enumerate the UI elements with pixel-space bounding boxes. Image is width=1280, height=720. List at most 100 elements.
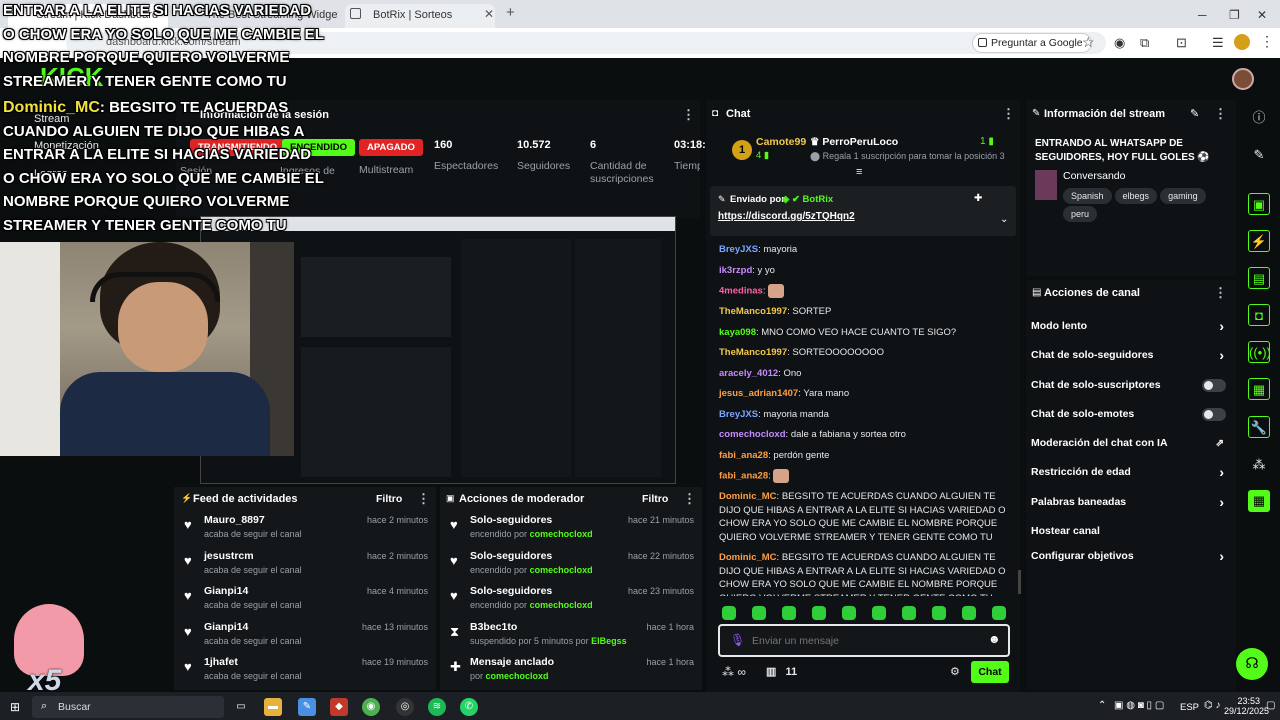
restore-icon[interactable]: ❐ xyxy=(1229,8,1240,22)
chat-username[interactable]: BreyJXS xyxy=(719,244,758,255)
channel-action-item[interactable]: Modo lento › xyxy=(1026,314,1236,343)
tray-chevron-icon[interactable]: ⌃ xyxy=(1098,700,1106,711)
pinned-message[interactable]: ✎ Enviado por ◈ ✔ BotRix ✚ https://disco… xyxy=(710,186,1016,236)
chat-message[interactable]: Dominic_MC: BEGSITO TE ACUERDAS CUANDO A… xyxy=(706,487,1020,548)
mod-action-item[interactable]: ⧗ B3bec1to suspendido por 5 minutos por El… xyxy=(440,618,702,654)
chat-message[interactable]: comechocloxd: dale a fabiana y sortea ot… xyxy=(706,425,1020,446)
emote-icon[interactable] xyxy=(812,606,826,620)
emote-icon[interactable] xyxy=(992,606,1006,620)
extension-icon[interactable]: ◉ xyxy=(1114,35,1125,51)
profile-icon[interactable] xyxy=(1234,34,1250,50)
session-menu-icon[interactable]: ⋮ xyxy=(682,107,695,123)
category-name[interactable]: Conversando xyxy=(1063,170,1125,182)
chat-username[interactable]: comechocloxd xyxy=(719,429,786,440)
feed-item[interactable]: ♥ jesustrcm acaba de seguir el canal hace 2… xyxy=(174,547,436,583)
chat-username[interactable]: BreyJXS xyxy=(719,409,758,420)
emote-icon[interactable] xyxy=(932,606,946,620)
minimize-icon[interactable]: ─ xyxy=(1198,8,1207,22)
menu-icon[interactable]: ⋮ xyxy=(1260,33,1274,50)
emote-icon[interactable] xyxy=(782,606,796,620)
close-tab-icon[interactable]: ✕ xyxy=(484,7,494,21)
chat-menu-icon[interactable]: ⋮ xyxy=(1002,106,1015,122)
file-explorer-icon[interactable]: ▬ xyxy=(264,698,282,716)
channel-actions-menu-icon[interactable]: ⋮ xyxy=(1214,285,1227,301)
channel-action-item[interactable]: Moderación del chat con IA ⇗ xyxy=(1026,431,1236,460)
chat-rail-icon[interactable]: ◘ xyxy=(1248,304,1270,326)
chat-username[interactable]: aracely_4012 xyxy=(719,368,778,379)
edit-icon[interactable]: ✎ xyxy=(1190,107,1199,120)
broadcast-icon[interactable]: ((•)) xyxy=(1248,341,1271,363)
new-tab-icon[interactable]: + xyxy=(506,4,515,21)
mod-action-item[interactable]: ♥ Solo-seguidores encendido por comechoclo… xyxy=(440,582,702,618)
points-icon[interactable]: ⁂ ∞ xyxy=(722,665,746,679)
video-icon[interactable]: ▣ xyxy=(1248,193,1270,215)
mod-menu-icon[interactable]: ⋮ xyxy=(683,491,696,507)
emote-icon[interactable] xyxy=(902,606,916,620)
collapse-leaderboard-icon[interactable]: ≡ xyxy=(856,166,862,178)
windows-start-icon[interactable]: ⊞ xyxy=(10,700,20,714)
channel-action-item[interactable]: Chat de solo-emotes xyxy=(1026,402,1236,431)
multistream-badge-apagado[interactable]: APAGADO xyxy=(359,139,423,156)
mod-action-item[interactable]: ✚ Mensaje anclado por comechocloxd hace 1 h… xyxy=(440,653,702,689)
channel-action-item[interactable]: Configurar objetivos › xyxy=(1026,544,1236,573)
pinned-pin-icon[interactable]: ✚ xyxy=(974,193,982,204)
chat-send-button[interactable]: Chat xyxy=(971,661,1009,683)
dots-cluster-icon[interactable]: ⁂ xyxy=(1248,454,1270,476)
chat-username[interactable]: TheManco1997 xyxy=(719,347,787,358)
feed-menu-icon[interactable]: ⋮ xyxy=(417,491,430,507)
ask-google-button[interactable]: Preguntar a Google xyxy=(972,33,1092,53)
notepad-icon[interactable]: ✎ xyxy=(298,698,316,716)
puzzle-icon[interactable]: ⧉ xyxy=(1140,35,1149,51)
microphone-icon[interactable]: 🎙 xyxy=(730,633,745,647)
channel-action-item[interactable]: Chat de solo-suscriptores xyxy=(1026,373,1236,402)
document-icon[interactable]: ▤ xyxy=(1248,267,1270,289)
feed-item[interactable]: ♥ Mauro_8897 acaba de seguir el canal hace … xyxy=(174,511,436,547)
feed-item[interactable]: ♥ Gianpi14 acaba de seguir el canal hace 4 … xyxy=(174,582,436,618)
chat-message[interactable]: ik3rzpd: y yo xyxy=(706,261,1020,282)
tag-chip[interactable]: Spanish xyxy=(1063,188,1112,204)
toggle-switch[interactable] xyxy=(1202,407,1226,421)
task-view-icon[interactable]: ▭ xyxy=(232,698,250,716)
chat-message[interactable]: BreyJXS: mayoria xyxy=(706,240,1020,261)
chat-username[interactable]: 4medinas xyxy=(719,286,763,297)
emote-icon[interactable] xyxy=(872,606,886,620)
chat-message[interactable]: Dominic_MC: BEGSITO TE ACUERDAS CUANDO A… xyxy=(706,548,1020,596)
chat-username[interactable]: TheManco1997 xyxy=(719,306,787,317)
emote-icon[interactable] xyxy=(722,606,736,620)
chat-username[interactable]: Dominic_MC xyxy=(719,491,777,502)
avatar[interactable] xyxy=(1232,68,1254,90)
emoji-icon[interactable]: ☻ xyxy=(988,632,1001,646)
chat-message[interactable]: aracely_4012: Ono xyxy=(706,364,1020,385)
channel-action-item[interactable]: Chat de solo-seguidores › xyxy=(1026,343,1236,372)
info-icon[interactable]: ⓘ xyxy=(1248,107,1270,129)
pinned-link[interactable]: https://discord.gg/5zTQHqn2 xyxy=(718,211,855,222)
chat-message[interactable]: 4medinas: xyxy=(706,281,1020,302)
gift-promo[interactable]: ⬤ Regala 1 suscripción para tomar la pos… xyxy=(810,151,1005,162)
chat-username[interactable]: fabi_ana28 xyxy=(719,450,768,461)
layout-icon[interactable]: ▦ xyxy=(1248,378,1270,400)
second-gifter[interactable]: ♛ PerroPeruLoco xyxy=(810,136,898,148)
channel-action-item[interactable]: Restricción de edad › xyxy=(1026,460,1236,489)
category-thumbnail[interactable] xyxy=(1035,170,1057,200)
star-icon[interactable]: ☆ xyxy=(1082,34,1095,51)
chrome-icon[interactable]: ◉ xyxy=(362,698,380,716)
chat-settings-icon[interactable]: ⚙ xyxy=(950,665,960,678)
close-window-icon[interactable]: ✕ xyxy=(1257,8,1267,22)
emote-icon[interactable] xyxy=(752,606,766,620)
wrench-icon[interactable]: 🔧 xyxy=(1248,416,1270,438)
chat-username[interactable]: Dominic_MC xyxy=(719,552,777,563)
emote-icon[interactable] xyxy=(962,606,976,620)
chat-scrollbar[interactable] xyxy=(1018,570,1021,594)
taskbar-search[interactable]: Buscar xyxy=(32,696,224,718)
chat-username[interactable]: ik3rzpd xyxy=(719,265,752,276)
edit-pen-icon[interactable]: ✎ xyxy=(1248,144,1270,166)
emote-icon[interactable] xyxy=(842,606,856,620)
chat-message[interactable]: fabi_ana28: xyxy=(706,466,1020,487)
notification-icon[interactable]: ▢ xyxy=(1266,700,1275,711)
reading-list-icon[interactable]: ☰ xyxy=(1212,35,1224,51)
chat-message[interactable]: TheManco1997: SORTEOOOOOOOO xyxy=(706,343,1020,364)
obs-icon[interactable]: ◎ xyxy=(396,698,414,716)
feed-item[interactable]: ♥ Gianpi14 acaba de seguir el canal hace 13… xyxy=(174,618,436,654)
tag-chip[interactable]: elbegs xyxy=(1114,188,1158,204)
chat-username[interactable]: kaya098 xyxy=(719,327,756,338)
